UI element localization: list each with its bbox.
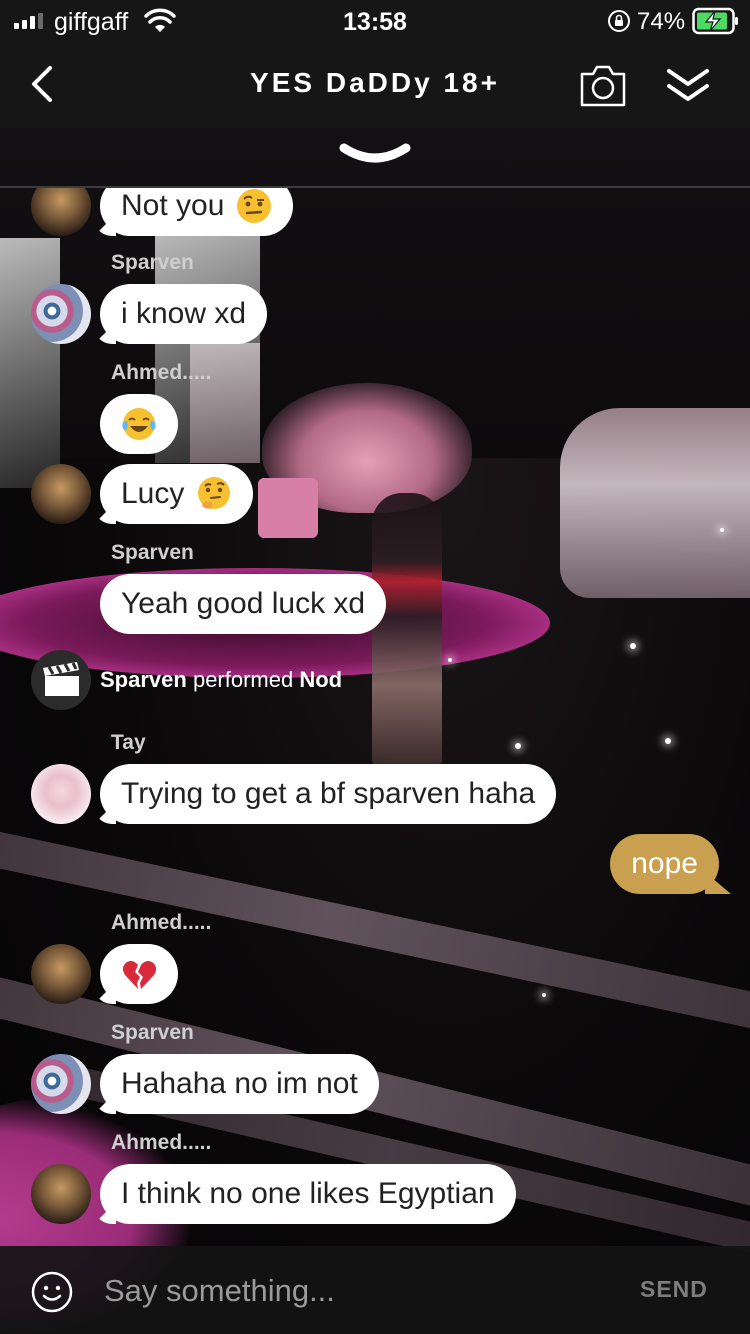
- message-bubble[interactable]: Not you: [100, 188, 294, 236]
- chat-log[interactable]: Not you Sparven i know xd Ahmed..... Luc…: [0, 188, 750, 1246]
- sender-name: Tay: [111, 731, 146, 754]
- sender-name: Ahmed.....: [111, 361, 212, 384]
- avatar[interactable]: [31, 1054, 91, 1114]
- avatar[interactable]: [31, 944, 91, 1004]
- camera-icon[interactable]: [579, 62, 627, 108]
- status-bar: giffgaff 13:58 74%: [0, 0, 750, 44]
- tears-of-joy-emoji: [122, 408, 156, 440]
- action-message: Sparven performed Nod: [100, 667, 342, 693]
- own-message-bubble[interactable]: nope: [610, 834, 719, 894]
- avatar[interactable]: [31, 188, 91, 236]
- avatar[interactable]: [31, 284, 91, 344]
- avatar[interactable]: [31, 650, 91, 710]
- room-title: YES DaDDy 18+: [250, 67, 500, 98]
- action-actor: Sparven: [100, 667, 187, 692]
- message-bubble[interactable]: I think no one likes Egyptian: [100, 1164, 516, 1224]
- message-bubble[interactable]: Lucy: [100, 464, 254, 524]
- sender-name: Sparven: [111, 1021, 194, 1044]
- thinking-emoji: [198, 477, 231, 509]
- send-button[interactable]: SEND: [640, 1276, 708, 1303]
- action-verb: performed: [192, 667, 294, 692]
- sender-name: Sparven: [111, 251, 194, 274]
- message-bubble[interactable]: Yeah good luck xd: [100, 574, 387, 634]
- message-input[interactable]: [104, 1266, 604, 1316]
- clapperboard-icon: [43, 662, 79, 696]
- battery-percent: 74%: [637, 8, 686, 35]
- sender-name: Ahmed.....: [111, 911, 212, 934]
- message-bubble[interactable]: Trying to get a bf sparven haha: [100, 764, 557, 824]
- avatar[interactable]: [31, 764, 91, 824]
- room-header: YES DaDDy 18+: [0, 44, 750, 128]
- raised-eyebrow-emoji: [237, 189, 272, 223]
- avatar[interactable]: [31, 464, 91, 524]
- avatar[interactable]: [31, 1164, 91, 1224]
- sender-name: Ahmed.....: [111, 1131, 212, 1154]
- battery-charging-icon: [692, 7, 738, 35]
- rotation-lock-icon: [608, 10, 630, 32]
- action-object: Nod: [299, 667, 343, 692]
- collapse-icon[interactable]: [664, 62, 712, 108]
- chevron-down-icon[interactable]: [338, 138, 412, 174]
- message-bubble[interactable]: i know xd: [100, 284, 268, 344]
- smiley-icon[interactable]: [31, 1271, 73, 1313]
- message-bubble[interactable]: Hahaha no im not: [100, 1054, 379, 1114]
- sender-name: Sparven: [111, 541, 194, 564]
- message-composer: SEND: [0, 1246, 750, 1334]
- message-bubble[interactable]: [100, 944, 178, 1004]
- message-bubble[interactable]: [100, 394, 178, 454]
- broken-heart-emoji: [122, 961, 157, 989]
